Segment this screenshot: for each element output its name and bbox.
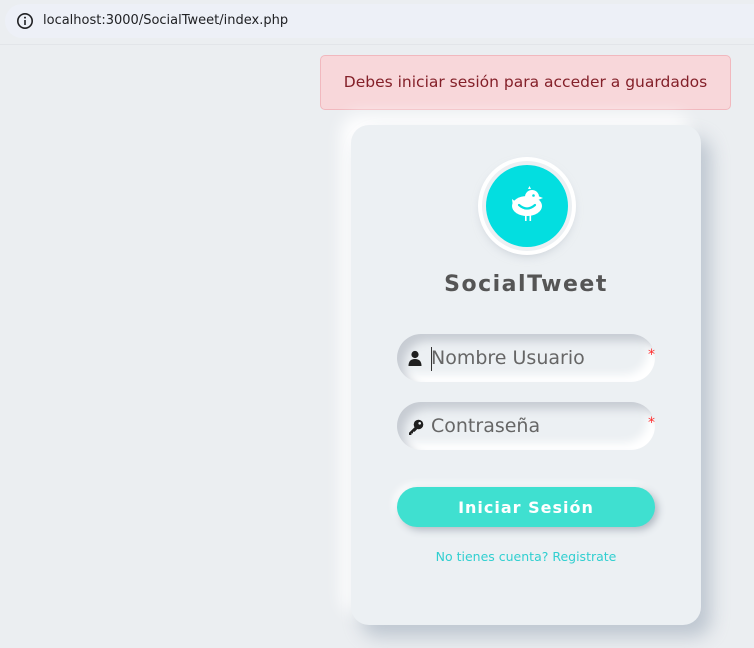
username-required-mark: * [648, 347, 655, 363]
password-input[interactable] [431, 402, 631, 450]
logo [482, 161, 572, 251]
url-text[interactable]: localhost:3000/SocialTweet/index.php [43, 13, 288, 28]
toolbar-divider [0, 44, 754, 45]
login-required-alert: Debes iniciar sesión para acceder a guar… [320, 55, 731, 110]
key-icon [407, 418, 425, 440]
password-required-mark: * [648, 415, 655, 431]
user-icon [407, 350, 423, 370]
login-card: SocialTweet * * Iniciar Sesión No tienes… [351, 125, 701, 625]
app-title: SocialTweet [444, 272, 608, 297]
info-icon[interactable] [16, 12, 34, 30]
username-input[interactable] [431, 334, 631, 382]
address-bar[interactable]: localhost:3000/SocialTweet/index.php [5, 4, 754, 38]
login-button[interactable]: Iniciar Sesión [397, 487, 655, 527]
logo-badge [486, 165, 568, 247]
username-field[interactable]: * [397, 334, 655, 382]
password-field[interactable]: * [397, 402, 655, 450]
register-link[interactable]: No tienes cuenta? Registrate [351, 549, 701, 564]
